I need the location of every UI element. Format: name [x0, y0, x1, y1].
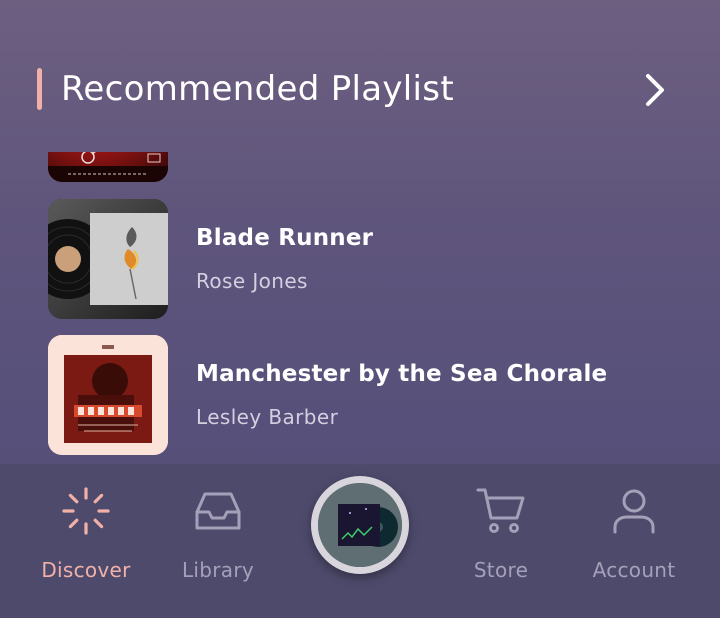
album-disc-icon	[318, 483, 402, 567]
inbox-icon	[195, 492, 241, 530]
now-playing-cover	[318, 483, 402, 567]
list-item[interactable]: Blade Runner Rose Jones	[0, 199, 720, 319]
item-title: Manchester by the Sea Chorale	[196, 361, 608, 387]
nav-label: Store	[473, 558, 529, 582]
nav-discover[interactable]: Discover	[21, 464, 151, 618]
list-item[interactable]: Manchester by the Sea Chorale Lesley Bar…	[0, 335, 720, 455]
nav-library[interactable]: Library	[153, 464, 283, 618]
accent-bar	[37, 68, 42, 110]
nav-label: Library	[181, 558, 255, 582]
item-artist: Lesley Barber	[196, 405, 339, 429]
page-title: Recommended Playlist	[61, 69, 454, 109]
vinyl-rose-art	[48, 199, 168, 319]
now-playing-button[interactable]	[311, 476, 409, 574]
item-title: Blade Runner	[196, 225, 374, 251]
playlist-list: Blade Runner Rose Jones Manchester by th…	[0, 152, 720, 464]
red-album-cover	[48, 152, 168, 182]
loader-icon	[62, 487, 110, 535]
section-header: Recommended Playlist	[0, 60, 720, 120]
nav-label: Account	[592, 558, 676, 582]
user-icon	[613, 489, 655, 534]
cart-icon	[476, 488, 525, 533]
chevron-right-icon[interactable]	[640, 72, 672, 108]
list-item[interactable]	[0, 152, 720, 182]
item-artist: Rose Jones	[196, 269, 308, 293]
nav-store[interactable]: Store	[436, 464, 566, 618]
nav-label: Discover	[41, 558, 131, 582]
vinyl-rose-cover	[48, 199, 168, 319]
electro-poster-cover	[48, 335, 168, 455]
red-album-art	[48, 152, 168, 182]
electro-poster-art	[48, 335, 168, 455]
nav-account[interactable]: Account	[569, 464, 699, 618]
